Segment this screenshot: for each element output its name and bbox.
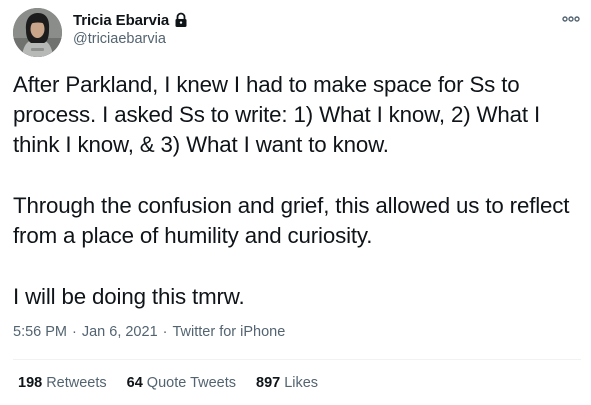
tweet-meta: 5:56 PM · Jan 6, 2021 · Twitter for iPho… — [13, 324, 285, 340]
tweet-text: After Parkland, I knew I had to make spa… — [13, 70, 583, 312]
likes-count: 897 — [256, 375, 281, 391]
meta-separator: · — [162, 324, 168, 340]
divider — [13, 359, 581, 360]
retweets-count: 198 — [18, 375, 43, 391]
lock-icon — [174, 12, 188, 28]
retweets-label: Retweets — [46, 375, 107, 391]
retweets-stat[interactable]: 198 Retweets — [18, 375, 107, 391]
more-options-icon[interactable] — [562, 12, 580, 24]
tweet-stats: 198 Retweets 64 Quote Tweets 897 Likes — [18, 375, 318, 391]
avatar-image — [13, 8, 62, 57]
tweet-paragraph: After Parkland, I knew I had to make spa… — [13, 72, 541, 157]
author-name-row: Tricia Ebarvia — [73, 10, 188, 30]
quote-tweets-count: 64 — [126, 375, 143, 391]
author-handle[interactable]: @triciaebarvia — [73, 31, 166, 47]
quote-tweets-label: Quote Tweets — [146, 375, 236, 391]
quote-tweets-stat[interactable]: 64 Quote Tweets — [127, 375, 236, 391]
tweet-source[interactable]: Twitter for iPhone — [172, 324, 285, 340]
meta-separator: · — [72, 324, 77, 340]
tweet-date[interactable]: Jan 6, 2021 — [82, 324, 158, 340]
display-name[interactable]: Tricia Ebarvia — [73, 12, 169, 29]
tweet-card: Tricia Ebarvia @triciaebarvia After Park… — [0, 0, 591, 405]
avatar[interactable] — [13, 8, 62, 57]
tweet-paragraph: Through the confusion and grief, this al… — [13, 193, 570, 248]
likes-stat[interactable]: 897 Likes — [256, 375, 318, 391]
tweet-paragraph: I will be doing this tmrw. — [13, 284, 245, 309]
tweet-time[interactable]: 5:56 PM — [13, 324, 67, 340]
likes-label: Likes — [284, 375, 319, 391]
